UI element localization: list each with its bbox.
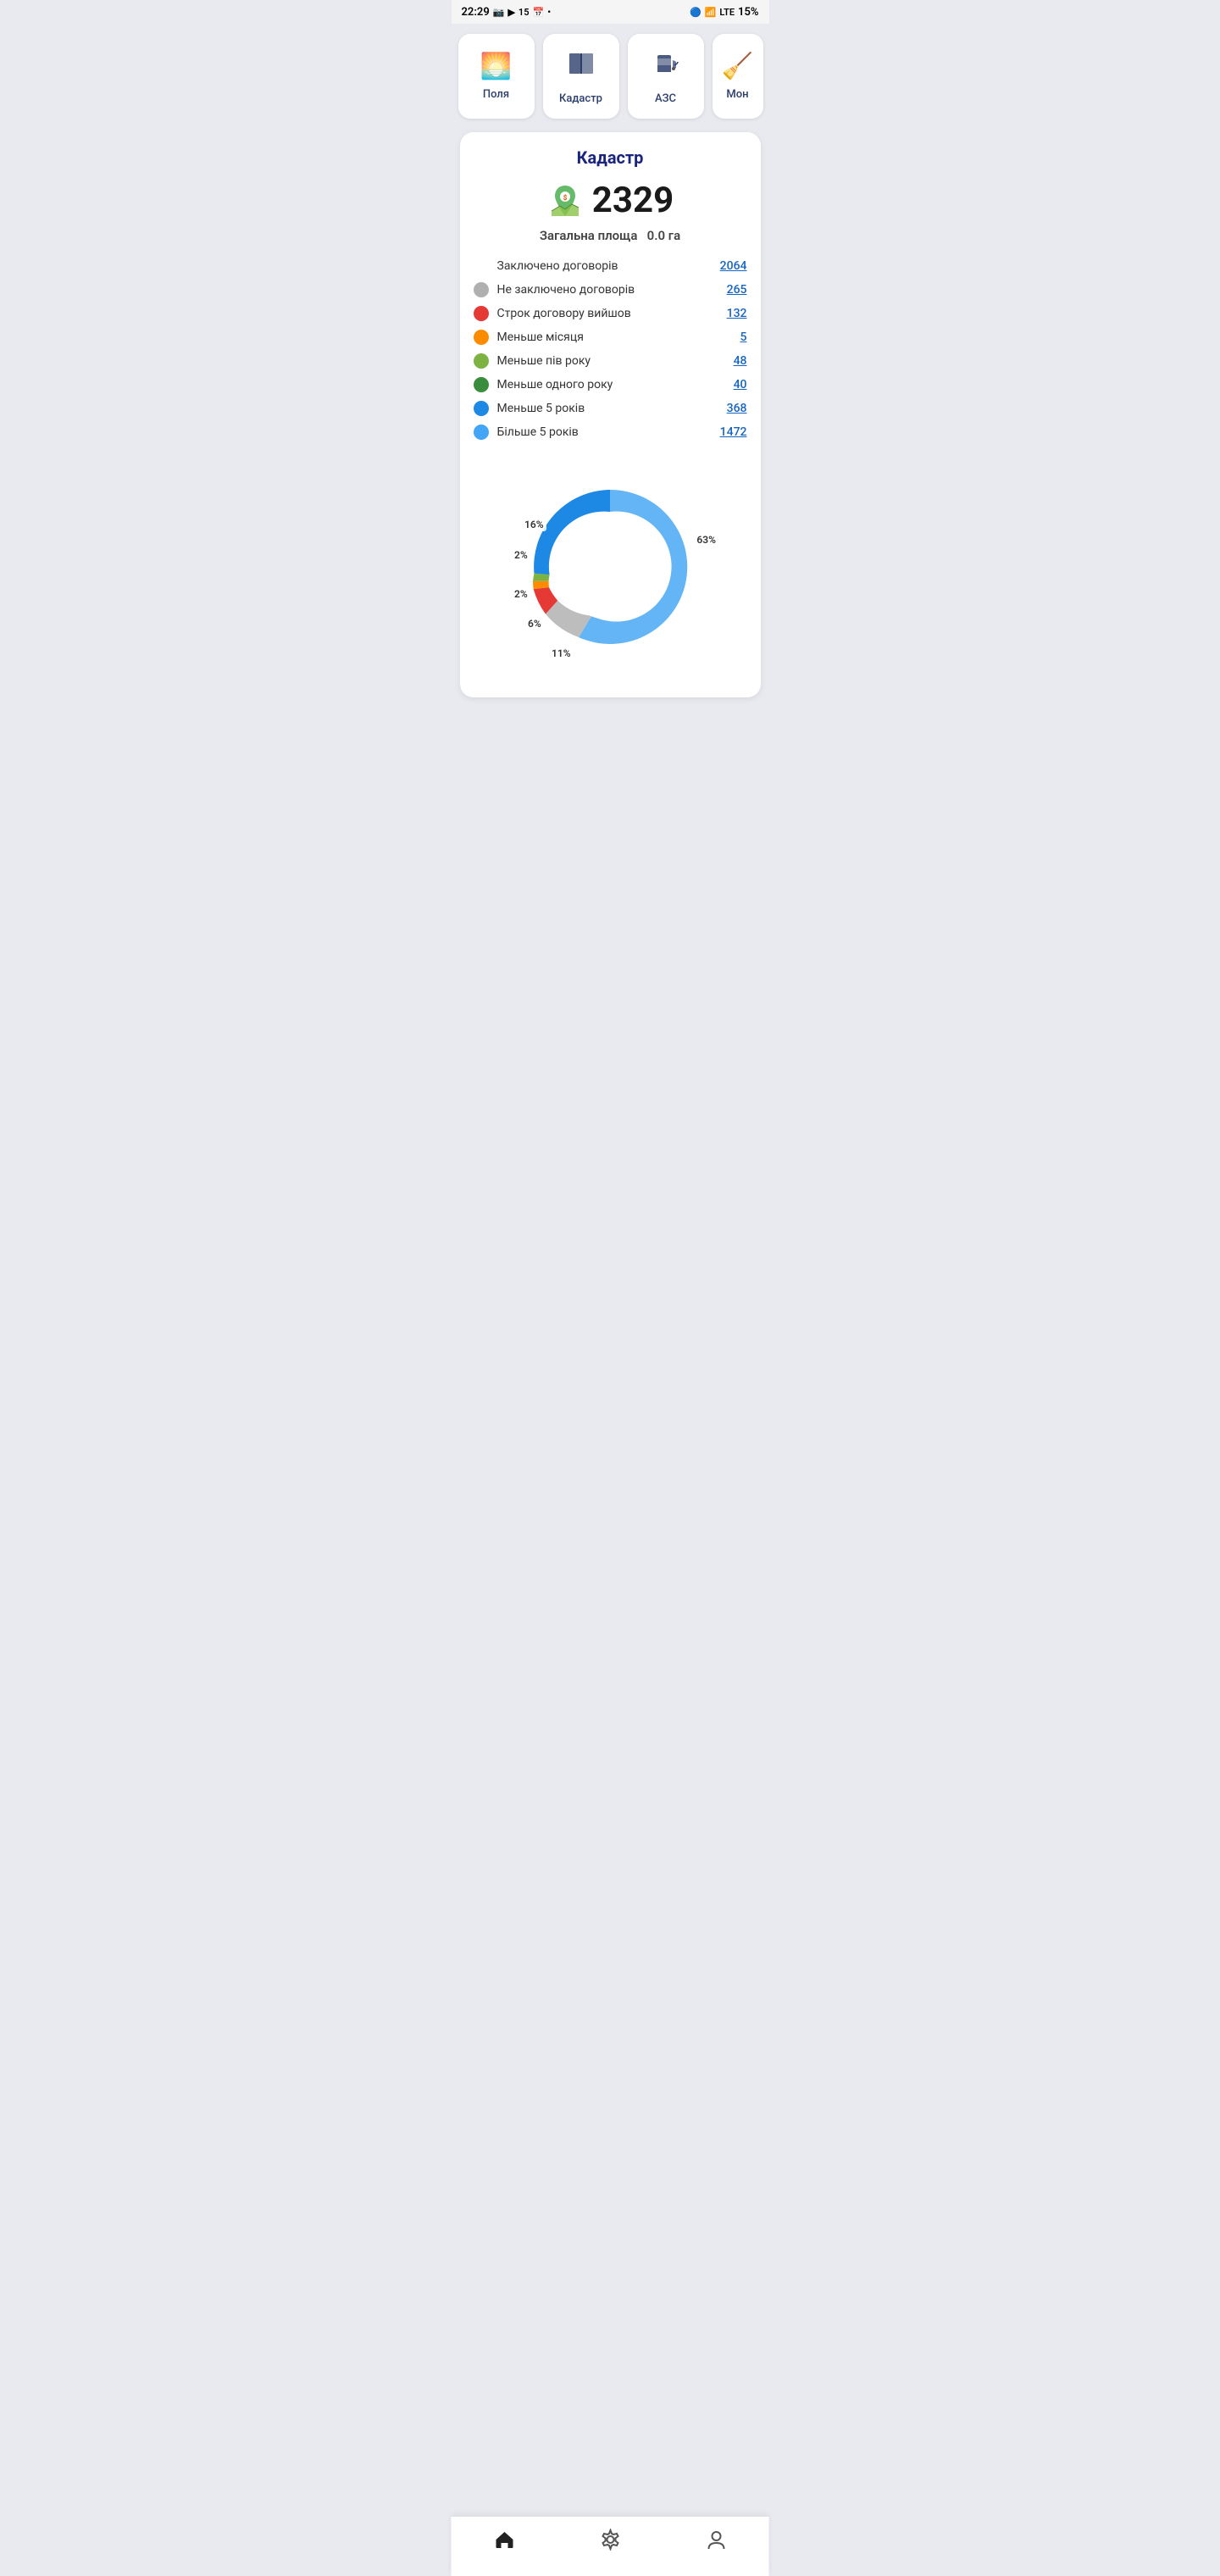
status-bar: 22:29 📷 ▶ 15 📅 • 🔵 📶 LTE 15% bbox=[452, 0, 769, 24]
cadastre-area-label: Загальна площа bbox=[540, 228, 638, 243]
stats-list: Заключено договорів 2064 Не заключено до… bbox=[474, 258, 747, 440]
mon-icon: 🧹 bbox=[722, 52, 753, 81]
svg-text:$: $ bbox=[563, 194, 568, 202]
stat-value-less-5years[interactable]: 368 bbox=[727, 402, 747, 415]
top-menu: 🌅 Поля Кадастр АЗС 🧹 Мон bbox=[452, 24, 769, 125]
stat-dot-expired bbox=[474, 306, 489, 321]
nav-item-profile[interactable] bbox=[688, 2525, 744, 2559]
stat-label-expired: Строк договору вийшов bbox=[497, 307, 718, 320]
cadastre-card-title: Кадастр bbox=[474, 147, 747, 168]
chart-label-63: 63% bbox=[694, 533, 718, 547]
status-battery: 15% bbox=[738, 6, 758, 19]
stat-label-less-month: Меньше місяця bbox=[497, 330, 732, 344]
cadastre-area: Загальна площа 0.0 га bbox=[474, 228, 747, 243]
donut-hole bbox=[557, 514, 663, 620]
status-icon-calendar: 📅 bbox=[533, 7, 545, 18]
stat-dot-less-month bbox=[474, 330, 489, 345]
donut-chart: 63% 11% 6% 2% 2% 16% bbox=[500, 457, 720, 677]
profile-icon bbox=[705, 2529, 727, 2556]
bottom-nav bbox=[452, 2516, 769, 2576]
stat-value-expired[interactable]: 132 bbox=[727, 307, 747, 320]
stat-label-more-5years: Більше 5 років bbox=[497, 425, 712, 439]
stat-value-more-5years[interactable]: 1472 bbox=[720, 425, 747, 439]
home-icon bbox=[493, 2529, 515, 2556]
stat-row-less-month: Меньше місяця 5 bbox=[474, 330, 747, 345]
stat-row-not-contracted: Не заключено договорів 265 bbox=[474, 282, 747, 297]
chart-label-2a: 2% bbox=[512, 587, 530, 601]
status-icon-dot: • bbox=[547, 7, 551, 18]
menu-card-azs[interactable]: АЗС bbox=[628, 34, 704, 119]
donut-svg bbox=[500, 457, 720, 677]
stat-value-less-month[interactable]: 5 bbox=[740, 330, 747, 344]
chart-segment-2pct-green bbox=[533, 574, 550, 581]
stat-dot-less-year bbox=[474, 377, 489, 392]
menu-card-mon[interactable]: 🧹 Мон bbox=[713, 34, 763, 119]
cadastre-hero-icon: $ bbox=[546, 182, 584, 219]
chart-label-6: 6% bbox=[525, 617, 544, 630]
status-time: 22:29 bbox=[462, 6, 490, 19]
status-lte-icon: LTE bbox=[719, 7, 735, 18]
stat-label-less-year: Меньше одного року bbox=[497, 378, 725, 391]
stat-row-less-year: Меньше одного року 40 bbox=[474, 377, 747, 392]
mon-label: Мон bbox=[726, 88, 748, 101]
stat-label-less-half-year: Меньше пів року bbox=[497, 354, 725, 368]
stat-label-contracted: Заключено договорів bbox=[497, 259, 712, 273]
stat-dot-less-5years bbox=[474, 401, 489, 416]
fields-icon: 🌅 bbox=[480, 52, 512, 81]
chart-label-2b: 2% bbox=[512, 548, 530, 562]
status-signal-icon: 📶 bbox=[705, 7, 717, 18]
azs-label: АЗС bbox=[655, 92, 676, 105]
stat-label-not-contracted: Не заключено договорів bbox=[497, 283, 718, 297]
stat-value-less-half-year[interactable]: 48 bbox=[734, 354, 747, 368]
stat-row-less-half-year: Меньше пів року 48 bbox=[474, 353, 747, 369]
stat-dot-not-contracted bbox=[474, 282, 489, 297]
status-icon-notification: 📷 bbox=[493, 7, 505, 18]
chart-label-16: 16% bbox=[522, 518, 546, 531]
stat-dot-less-half-year bbox=[474, 353, 489, 369]
stat-dot-more-5years bbox=[474, 425, 489, 440]
status-icon-play: ▶ bbox=[507, 7, 514, 18]
stat-label-less-5years: Меньше 5 років bbox=[497, 402, 718, 415]
stat-row-expired: Строк договору вийшов 132 bbox=[474, 306, 747, 321]
status-bluetooth-icon: 🔵 bbox=[690, 7, 702, 18]
settings-icon bbox=[599, 2529, 621, 2556]
menu-card-fields[interactable]: 🌅 Поля bbox=[458, 34, 535, 119]
cadastre-icon bbox=[566, 48, 596, 86]
stat-dot-contracted bbox=[474, 258, 489, 274]
stat-value-not-contracted[interactable]: 265 bbox=[727, 283, 747, 297]
azs-icon bbox=[651, 48, 681, 86]
chart-label-11: 11% bbox=[549, 647, 574, 660]
cadastre-label: Кадастр bbox=[559, 92, 602, 105]
stat-value-less-year[interactable]: 40 bbox=[734, 378, 747, 391]
stat-row-contracted: Заключено договорів 2064 bbox=[474, 258, 747, 274]
cadastre-hero-number: 2329 bbox=[592, 180, 674, 221]
stat-row-less-5years: Меньше 5 років 368 bbox=[474, 401, 747, 416]
cadastre-area-value: 0.0 га bbox=[647, 228, 680, 243]
cadastre-hero: $ 2329 bbox=[474, 180, 747, 221]
nav-item-settings[interactable] bbox=[582, 2525, 638, 2559]
stat-value-contracted[interactable]: 2064 bbox=[720, 259, 747, 273]
stat-row-more-5years: Більше 5 років 1472 bbox=[474, 425, 747, 440]
donut-chart-container: 63% 11% 6% 2% 2% 16% bbox=[474, 457, 747, 677]
fields-label: Поля bbox=[483, 88, 509, 101]
nav-item-home[interactable] bbox=[476, 2525, 532, 2559]
status-icon-15: 15 bbox=[518, 7, 530, 18]
menu-card-cadastre[interactable]: Кадастр bbox=[543, 34, 619, 119]
cadastre-main-card: Кадастр $ 2329 Загальна площа 0.0 га Зак… bbox=[460, 132, 761, 697]
